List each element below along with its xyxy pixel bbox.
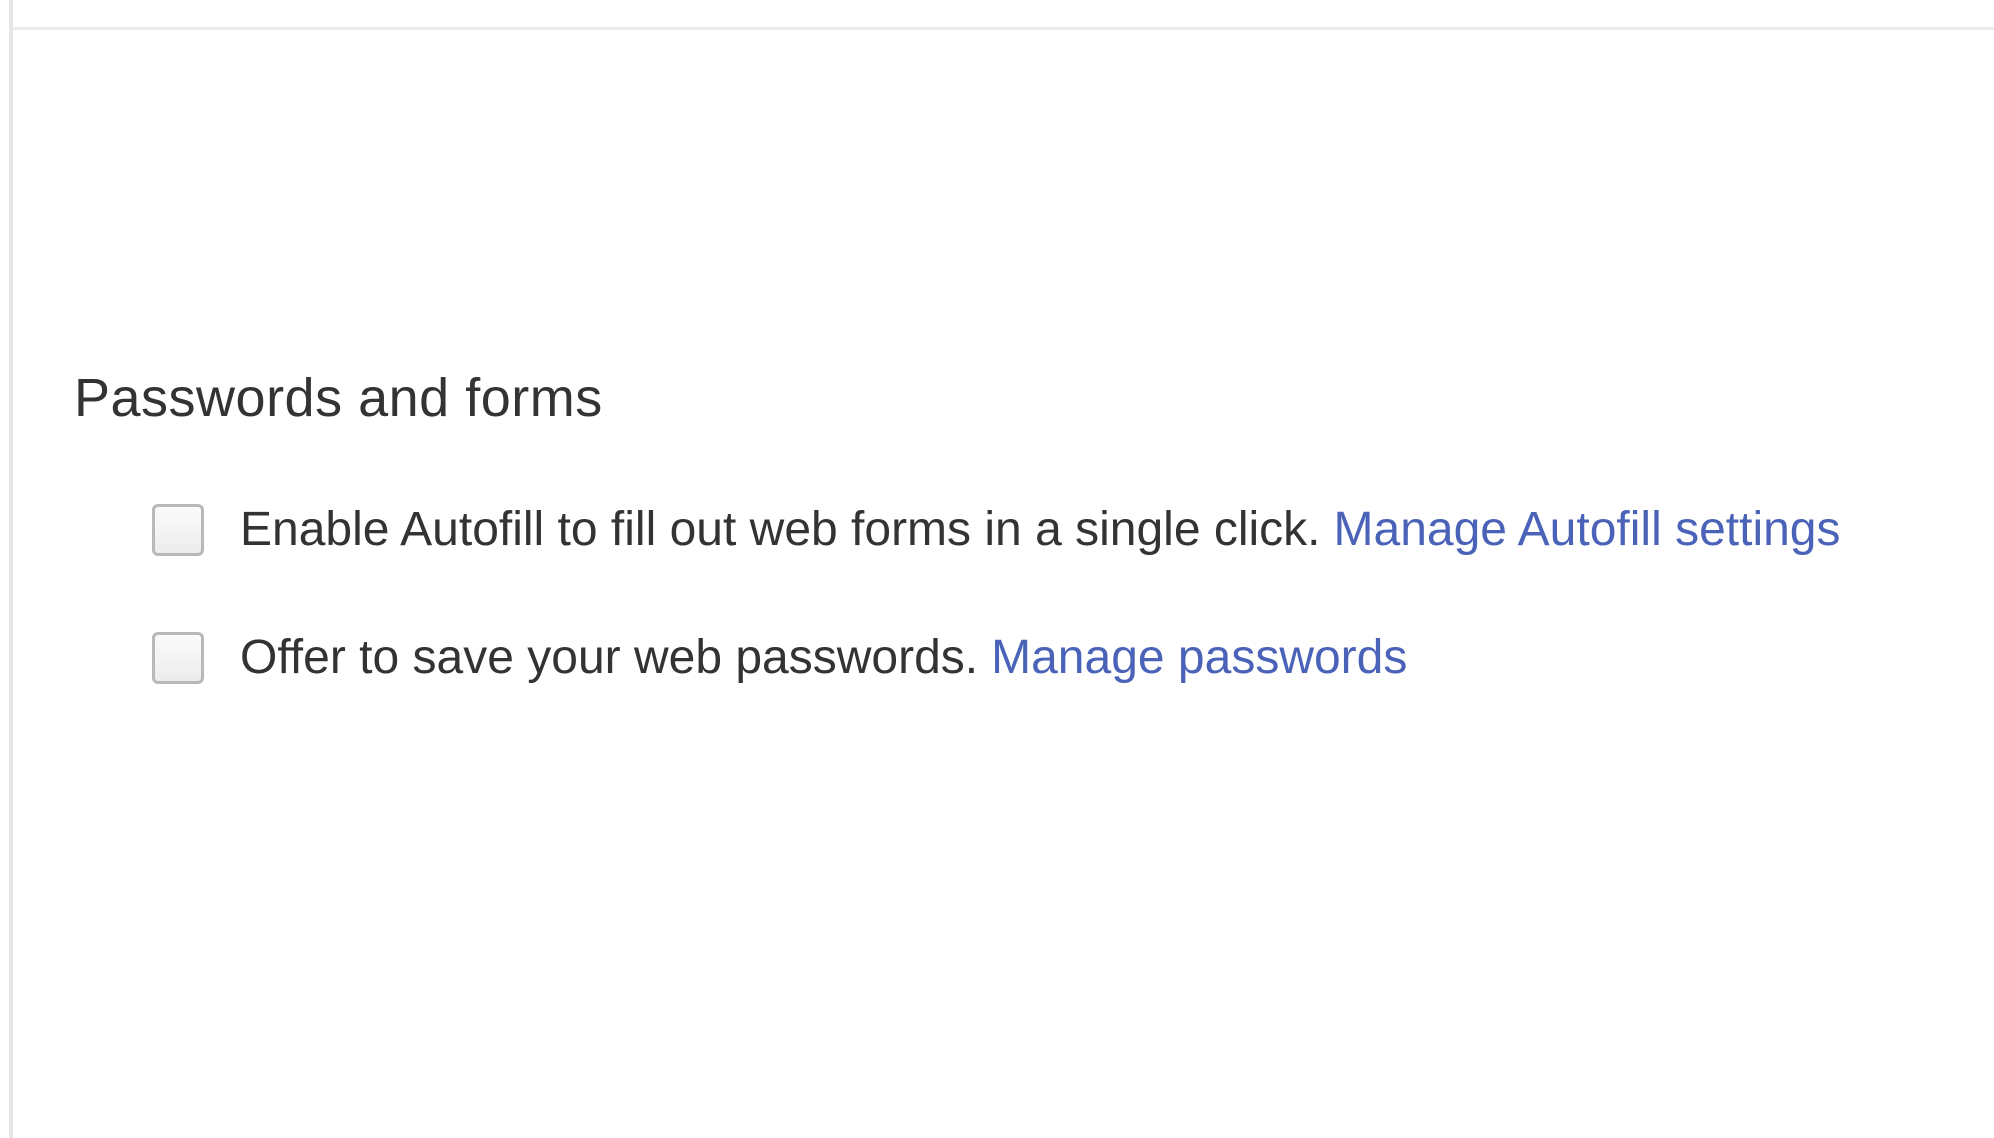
- autofill-option-row: Enable Autofill to fill out web forms in…: [152, 500, 1841, 560]
- manage-passwords-link[interactable]: Manage passwords: [991, 628, 1407, 688]
- save-passwords-option-row: Offer to save your web passwords. Manage…: [152, 628, 1407, 688]
- left-border: [9, 0, 13, 1138]
- save-passwords-label: Offer to save your web passwords.: [240, 631, 979, 684]
- top-divider: [13, 0, 1994, 30]
- save-passwords-checkbox[interactable]: [152, 632, 204, 684]
- autofill-checkbox[interactable]: [152, 504, 204, 556]
- section-title: Passwords and forms: [74, 368, 603, 428]
- settings-page: Passwords and forms Enable Autofill to f…: [0, 0, 1994, 1138]
- manage-autofill-settings-link[interactable]: Manage Autofill settings: [1334, 500, 1841, 560]
- autofill-label: Enable Autofill to fill out web forms in…: [240, 503, 1321, 556]
- passwords-and-forms-section: Passwords and forms Enable Autofill to f…: [74, 362, 1974, 684]
